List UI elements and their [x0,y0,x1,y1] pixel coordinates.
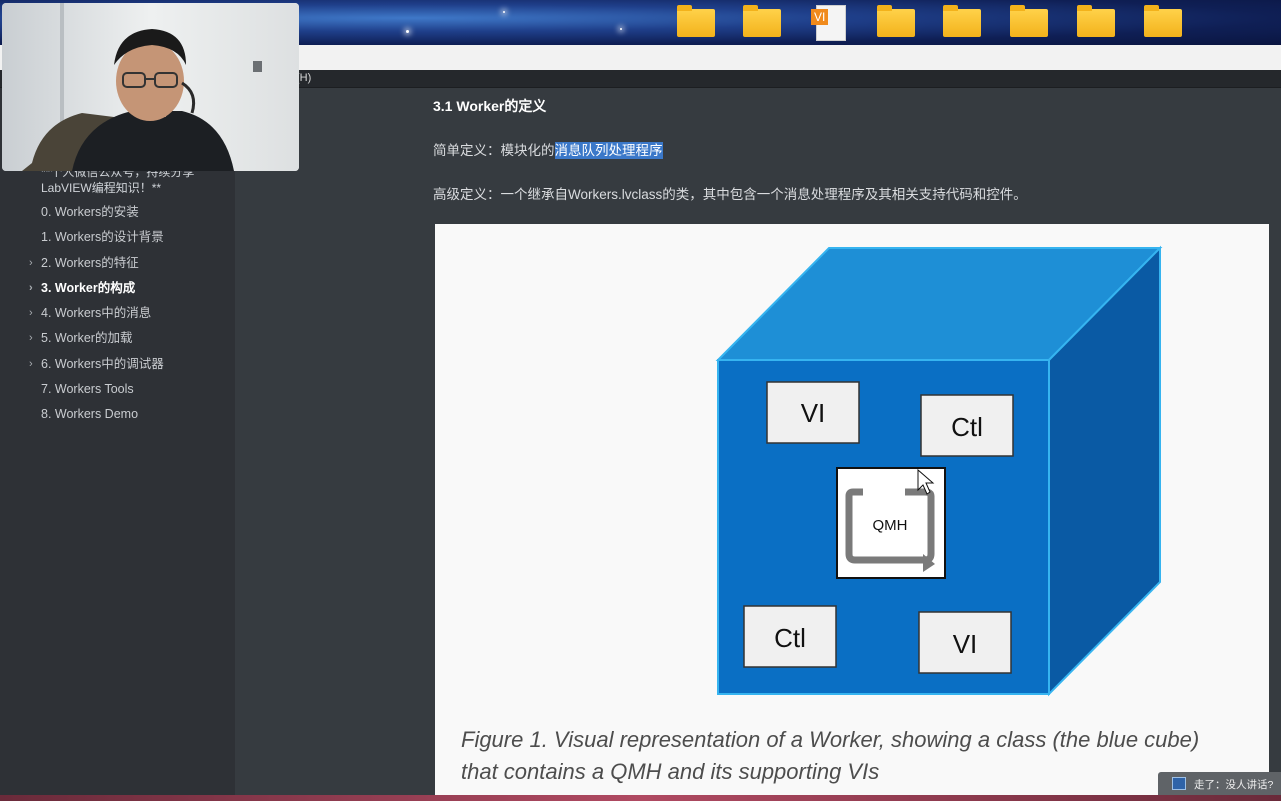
toc-item-messages[interactable]: › 4. Workers中的消息 [0,301,235,326]
toc-item-tools[interactable]: 7. Workers Tools [0,377,235,402]
toc-item-features[interactable]: › 2. Workers的特征 [0,251,235,276]
toc-item-background[interactable]: 1. Workers的设计背景 [0,225,235,250]
chevron-right-icon[interactable]: › [29,276,33,301]
box-label: VI [953,629,978,659]
box-label: Ctl [774,623,806,653]
chevron-right-icon[interactable]: › [29,301,33,326]
toc-item-label: 3. Worker的构成 [41,280,136,295]
figure-caption: Figure 1. Visual representation of a Wor… [461,724,1269,788]
toc-item-label: 8. Workers Demo [41,407,139,422]
desktop-folder-icon[interactable] [1144,5,1182,37]
desktop-vi-file-icon[interactable]: VI [811,5,850,41]
chat-notification[interactable]: 走了：没人讲话? [1158,772,1281,795]
box-vi-bottom-right: VI [918,611,1012,674]
notification-text: 走了：没人讲话? [1194,779,1274,791]
toc-item-debugger[interactable]: › 6. Workers中的调试器 [0,352,235,377]
wallpaper-star [620,28,622,30]
toc-item-label: 5. Worker的加载 [41,331,133,346]
presenter-video-frame [2,3,299,171]
box-label: QMH [873,517,908,534]
webcam-overlay [2,3,299,171]
box-ctl-bottom-left: Ctl [743,605,837,668]
caption-line: Figure 1. Visual representation of a Wor… [461,727,1200,752]
document-content: 3.1 Worker的定义 简单定义：模块化的消息队列处理程序 高级定义：一个继… [235,88,1281,799]
toc-item-installation[interactable]: 0. Workers的安装 [0,200,235,225]
selected-text-highlight[interactable]: 消息队列处理程序 [554,142,663,159]
toc-item-composition[interactable]: › 3. Worker的构成 [0,276,235,301]
worker-cube-diagram: VI Ctl QMH Ctl VI [715,245,1163,697]
toc-item-demo[interactable]: 8. Workers Demo [0,402,235,427]
toc-item-label: 1. Workers的设计背景 [41,230,164,245]
wallpaper-star [503,11,505,13]
advanced-definition: 高级定义：一个继承自Workers.lvclass的类，其中包含一个消息处理程序… [433,187,1027,202]
simple-definition-prefix: 简单定义：模块化的 [433,143,555,158]
desktop-folder-icon[interactable] [1010,5,1048,37]
app-icon [1172,777,1186,790]
toc-item-label: 6. Workers中的调试器 [41,356,164,371]
toc-item-label: 0. Workers的安装 [41,205,139,219]
box-label: Ctl [951,412,983,442]
chevron-right-icon[interactable]: › [29,352,33,377]
desktop-folder-icon[interactable] [943,5,981,37]
simple-definition: 简单定义：模块化的消息队列处理程序 [433,139,663,159]
markdown-reader-window: (H) **个人微信公众号，持续分享LabVIEW编程知识！** 0. Work… [0,70,1281,799]
section-heading: 3.1 Worker的定义 [433,98,547,114]
wallpaper-star [406,30,409,33]
box-ctl-top-right: Ctl [920,394,1014,457]
table-of-contents: 0. Workers的安装 1. Workers的设计背景 › 2. Worke… [0,200,235,428]
vi-badge: VI [811,9,829,25]
worker-figure: VI Ctl QMH Ctl VI Figure 1. Visual repre… [435,224,1269,799]
desktop-folder-icon[interactable] [877,5,915,37]
box-label: VI [801,398,826,428]
taskbar-edge [0,795,1281,801]
toc-item-label: 7. Workers Tools [41,382,134,397]
chevron-right-icon[interactable]: › [29,326,33,351]
toc-item-label: 2. Workers的特征 [41,255,139,270]
desktop-folder-icon[interactable] [677,5,715,37]
sidebar-outline: **个人微信公众号，持续分享LabVIEW编程知识！** 0. Workers的… [0,88,235,795]
box-vi-top-left: VI [766,381,860,444]
toc-item-loading[interactable]: › 5. Worker的加载 [0,326,235,351]
box-qmh-center: QMH [836,467,946,579]
toc-item-label: 4. Workers中的消息 [41,306,152,321]
sidebar-footer [0,765,235,795]
desktop-folder-icon[interactable] [743,5,781,37]
desktop-folder-icon[interactable] [1077,5,1115,37]
chevron-right-icon[interactable]: › [29,251,33,276]
caption-line: that contains a QMH and its supporting V… [461,759,880,784]
